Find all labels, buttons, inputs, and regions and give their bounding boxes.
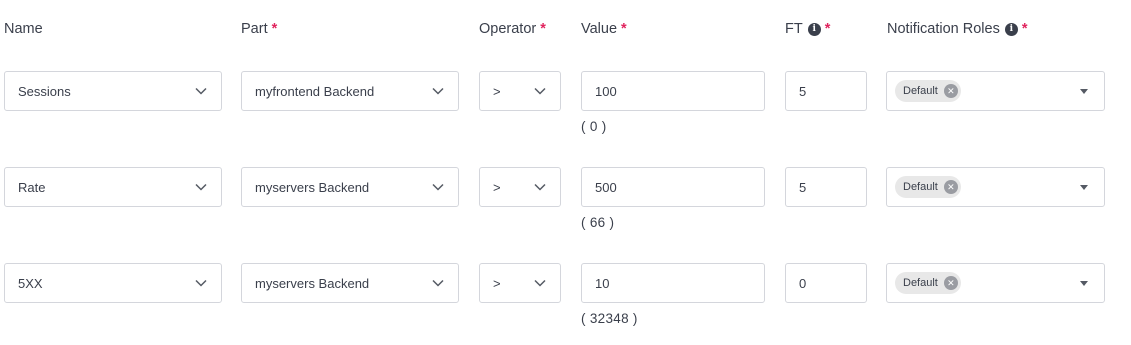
notification-roles-select[interactable]: Default ✕ bbox=[886, 263, 1105, 303]
operator-select[interactable]: > bbox=[479, 167, 561, 207]
value-input-text: 10 bbox=[595, 275, 610, 291]
operator-select-value: > bbox=[493, 179, 501, 195]
current-value: ( 0 ) bbox=[581, 119, 607, 134]
notification-roles-select[interactable]: Default ✕ bbox=[886, 71, 1105, 111]
operator-select-value: > bbox=[493, 83, 501, 99]
part-select-value: myservers Backend bbox=[255, 179, 370, 195]
ft-input-text: 5 bbox=[799, 179, 807, 195]
ft-input-text: 0 bbox=[799, 275, 807, 291]
name-select[interactable]: 5XX bbox=[4, 263, 222, 303]
header-operator: Operator * bbox=[479, 21, 546, 37]
value-input-text: 100 bbox=[595, 83, 617, 99]
header-part-label: Part bbox=[241, 21, 268, 37]
chevron-down-icon bbox=[195, 183, 207, 191]
required-indicator: * bbox=[1021, 21, 1028, 37]
header-notification-roles: Notification Roles i * bbox=[887, 21, 1027, 37]
operator-select-value: > bbox=[493, 275, 501, 291]
required-indicator: * bbox=[271, 21, 278, 37]
part-select-value: myservers Backend bbox=[255, 275, 370, 291]
ft-input[interactable]: 5 bbox=[785, 167, 867, 207]
role-chip-label: Default bbox=[903, 181, 938, 193]
ft-input[interactable]: 0 bbox=[785, 263, 867, 303]
header-name: Name bbox=[4, 21, 43, 37]
caret-down-icon[interactable] bbox=[1080, 280, 1088, 286]
role-chip-label: Default bbox=[903, 277, 938, 289]
value-input[interactable]: 500 bbox=[581, 167, 765, 207]
info-icon[interactable]: i bbox=[807, 22, 821, 36]
notification-roles-select[interactable]: Default ✕ bbox=[886, 167, 1105, 207]
required-indicator: * bbox=[824, 21, 831, 37]
part-select[interactable]: myservers Backend bbox=[241, 263, 459, 303]
header-value-label: Value bbox=[581, 21, 618, 37]
part-select[interactable]: myservers Backend bbox=[241, 167, 459, 207]
name-select-value: 5XX bbox=[18, 275, 43, 291]
header-part: Part * bbox=[241, 21, 277, 37]
close-icon[interactable]: ✕ bbox=[943, 180, 958, 194]
chevron-down-icon bbox=[432, 183, 444, 191]
close-icon[interactable]: ✕ bbox=[943, 84, 958, 98]
header-ft-label: FT bbox=[785, 21, 803, 37]
header-value: Value * bbox=[581, 21, 627, 37]
name-select[interactable]: Rate bbox=[4, 167, 222, 207]
role-chip: Default ✕ bbox=[895, 272, 961, 294]
header-name-label: Name bbox=[4, 21, 43, 37]
operator-select[interactable]: > bbox=[479, 71, 561, 111]
name-select-value: Rate bbox=[18, 179, 46, 195]
role-chip: Default ✕ bbox=[895, 80, 961, 102]
current-value: ( 32348 ) bbox=[581, 311, 638, 326]
chevron-down-icon bbox=[534, 279, 546, 287]
role-chip-label: Default bbox=[903, 85, 938, 97]
part-select-value: myfrontend Backend bbox=[255, 83, 375, 99]
header-operator-label: Operator bbox=[479, 21, 537, 37]
info-icon[interactable]: i bbox=[1004, 22, 1018, 36]
ft-input[interactable]: 5 bbox=[785, 71, 867, 111]
value-input[interactable]: 10 bbox=[581, 263, 765, 303]
header-roles-label: Notification Roles bbox=[887, 21, 1000, 37]
chevron-down-icon bbox=[534, 183, 546, 191]
name-select-value: Sessions bbox=[18, 83, 71, 99]
caret-down-icon[interactable] bbox=[1080, 184, 1088, 190]
caret-down-icon[interactable] bbox=[1080, 88, 1088, 94]
value-input-text: 500 bbox=[595, 179, 617, 195]
chevron-down-icon bbox=[534, 87, 546, 95]
chevron-down-icon bbox=[195, 279, 207, 287]
header-ft: FT i * bbox=[785, 21, 830, 37]
role-chip: Default ✕ bbox=[895, 176, 961, 198]
current-value: ( 66 ) bbox=[581, 215, 615, 230]
chevron-down-icon bbox=[432, 279, 444, 287]
chevron-down-icon bbox=[195, 87, 207, 95]
required-indicator: * bbox=[621, 21, 627, 37]
operator-select[interactable]: > bbox=[479, 263, 561, 303]
chevron-down-icon bbox=[432, 87, 444, 95]
name-select[interactable]: Sessions bbox=[4, 71, 222, 111]
close-icon[interactable]: ✕ bbox=[943, 276, 958, 290]
part-select[interactable]: myfrontend Backend bbox=[241, 71, 459, 111]
required-indicator: * bbox=[540, 21, 546, 37]
value-input[interactable]: 100 bbox=[581, 71, 765, 111]
ft-input-text: 5 bbox=[799, 83, 807, 99]
